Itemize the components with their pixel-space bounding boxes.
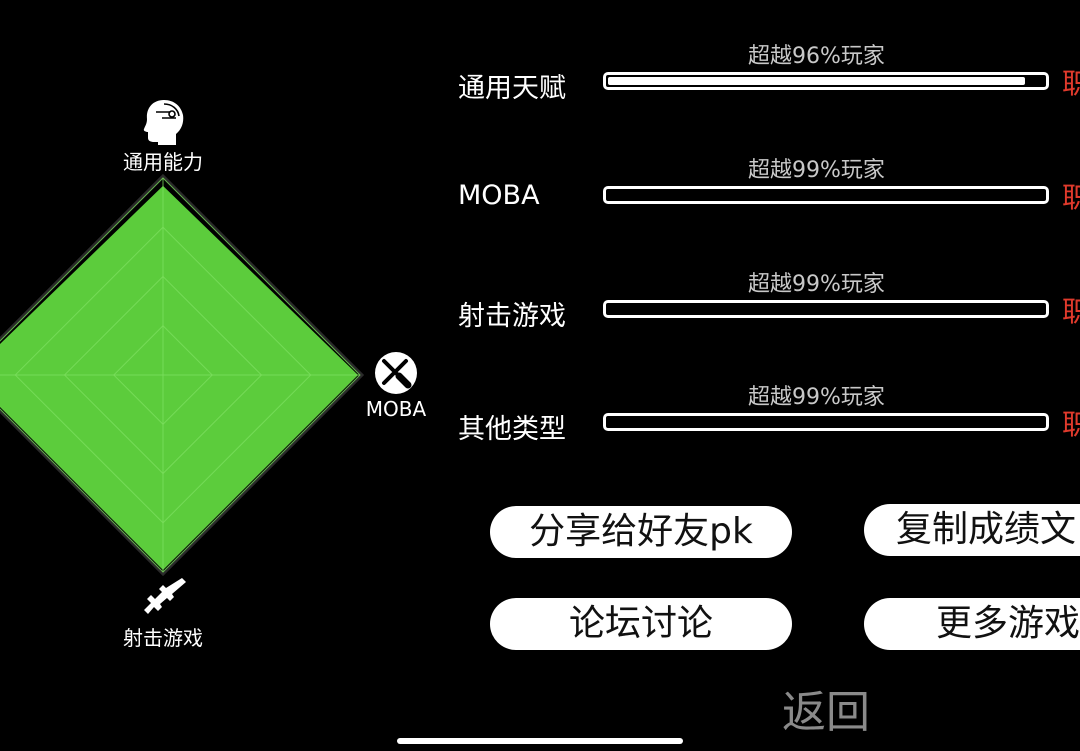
stat-percent-other: 超越99%玩家: [748, 385, 885, 410]
stat-percent-general: 超越96%玩家: [748, 44, 885, 69]
progress-bar-shooter: [603, 300, 1049, 318]
copy-results-button[interactable]: 复制成绩文: [864, 504, 1080, 556]
stat-label-general: 通用天赋: [458, 73, 566, 104]
back-button[interactable]: 返回: [782, 676, 870, 740]
stat-row-moba: 超越99%玩家 MOBA 职: [458, 154, 1080, 214]
stat-percent-shooter: 超越99%玩家: [748, 272, 885, 297]
stat-row-shooter: 超越99%玩家 射击游戏 职: [458, 268, 1080, 332]
more-games-button[interactable]: 更多游戏: [864, 598, 1080, 650]
rank-badge-general: 职: [1062, 67, 1080, 100]
crossed-swords-circle-icon: [372, 351, 420, 399]
head-profile-icon: [142, 98, 186, 150]
result-screen: 通用能力 MOBA 射击游戏 超越96%玩家 通用天赋 职 超越99%玩家 MO…: [0, 0, 1080, 751]
stat-percent-moba: 超越99%玩家: [748, 158, 885, 183]
stat-label-shooter: 射击游戏: [458, 301, 566, 332]
progress-bar-moba: [603, 186, 1049, 204]
rank-badge-shooter: 职: [1062, 295, 1080, 328]
stat-row-general: 超越96%玩家 通用天赋 职: [458, 40, 1080, 104]
progress-bar-fill: [608, 77, 1025, 85]
rifle-icon: [142, 576, 186, 620]
stat-label-other: 其他类型: [458, 414, 566, 445]
progress-bar-general: [603, 72, 1049, 90]
share-button[interactable]: 分享给好友pk: [490, 506, 792, 558]
radar-axis-label-moba: MOBA: [365, 397, 427, 421]
rank-badge-moba: 职: [1062, 181, 1080, 214]
radar-axis-label-general: 通用能力: [123, 150, 203, 174]
home-indicator[interactable]: [397, 738, 683, 744]
radar-axis-label-shooter: 射击游戏: [123, 626, 203, 650]
stat-row-other: 超越99%玩家 其他类型 职: [458, 381, 1080, 445]
rank-badge-other: 职: [1062, 408, 1080, 441]
progress-bar-other: [603, 413, 1049, 431]
radar-chart: 通用能力 MOBA 射击游戏: [0, 0, 440, 751]
forum-button[interactable]: 论坛讨论: [490, 598, 792, 650]
stat-label-moba: MOBA: [458, 180, 540, 211]
